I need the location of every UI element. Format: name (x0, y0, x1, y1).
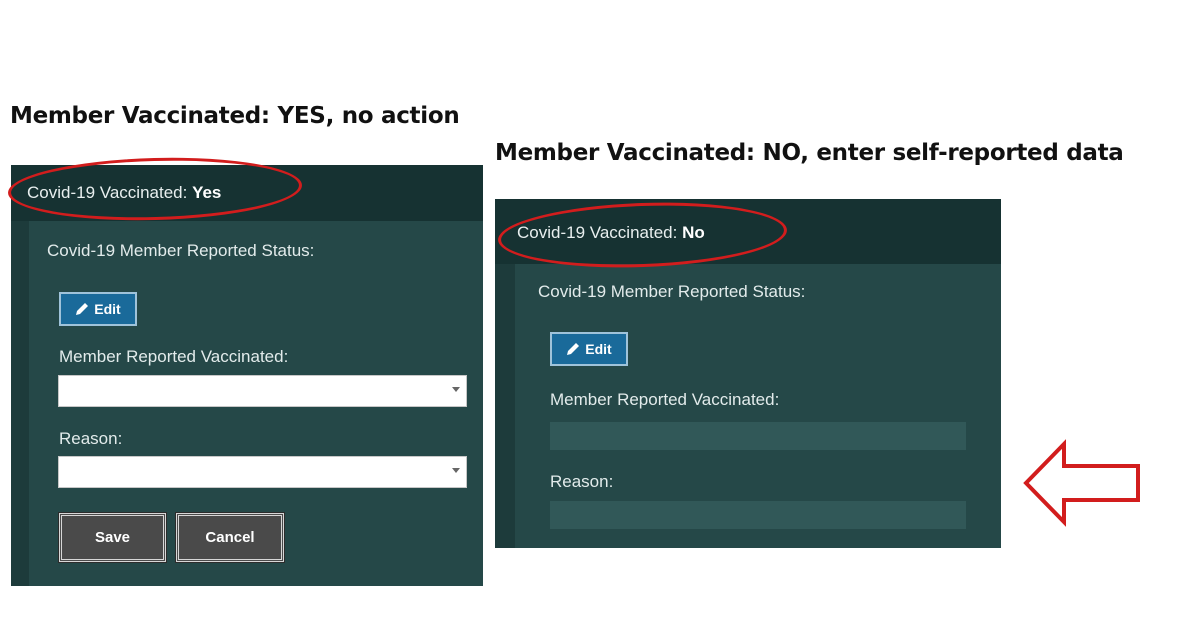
caption-vaccinated-yes: Member Vaccinated: YES, no action (10, 103, 460, 129)
member-reported-status-title: Covid-19 Member Reported Status: (538, 282, 806, 301)
reason-label: Reason: (550, 472, 614, 491)
cancel-button[interactable]: Cancel (175, 512, 285, 563)
vaccinated-yes-panel: Covid-19 Vaccinated: Yes Covid-19 Member… (11, 165, 483, 586)
member-reported-vaccinated-label: Member Reported Vaccinated: (550, 390, 780, 409)
chevron-down-icon (452, 387, 460, 392)
member-reported-section: Covid-19 Member Reported Status: Edit Me… (29, 221, 483, 586)
arrow-left-icon (1023, 439, 1140, 527)
edit-button[interactable]: Edit (59, 292, 137, 326)
edit-button-label: Edit (94, 301, 121, 317)
member-reported-vaccinated-field (550, 422, 966, 450)
chevron-down-icon (452, 468, 460, 473)
edit-button[interactable]: Edit (550, 332, 628, 366)
member-reported-section: Covid-19 Member Reported Status: Edit Me… (515, 264, 1001, 548)
edit-button-label: Edit (585, 341, 612, 357)
reason-field (550, 501, 966, 529)
member-reported-status-title: Covid-19 Member Reported Status: (47, 241, 315, 260)
member-reported-vaccinated-label: Member Reported Vaccinated: (59, 347, 289, 366)
pencil-icon (76, 303, 89, 315)
save-button[interactable]: Save (58, 512, 167, 563)
member-reported-vaccinated-select[interactable] (58, 375, 467, 407)
reason-label: Reason: (59, 429, 123, 448)
pencil-icon (567, 343, 580, 355)
caption-vaccinated-no: Member Vaccinated: NO, enter self-report… (495, 140, 1124, 166)
reason-select[interactable] (58, 456, 467, 488)
